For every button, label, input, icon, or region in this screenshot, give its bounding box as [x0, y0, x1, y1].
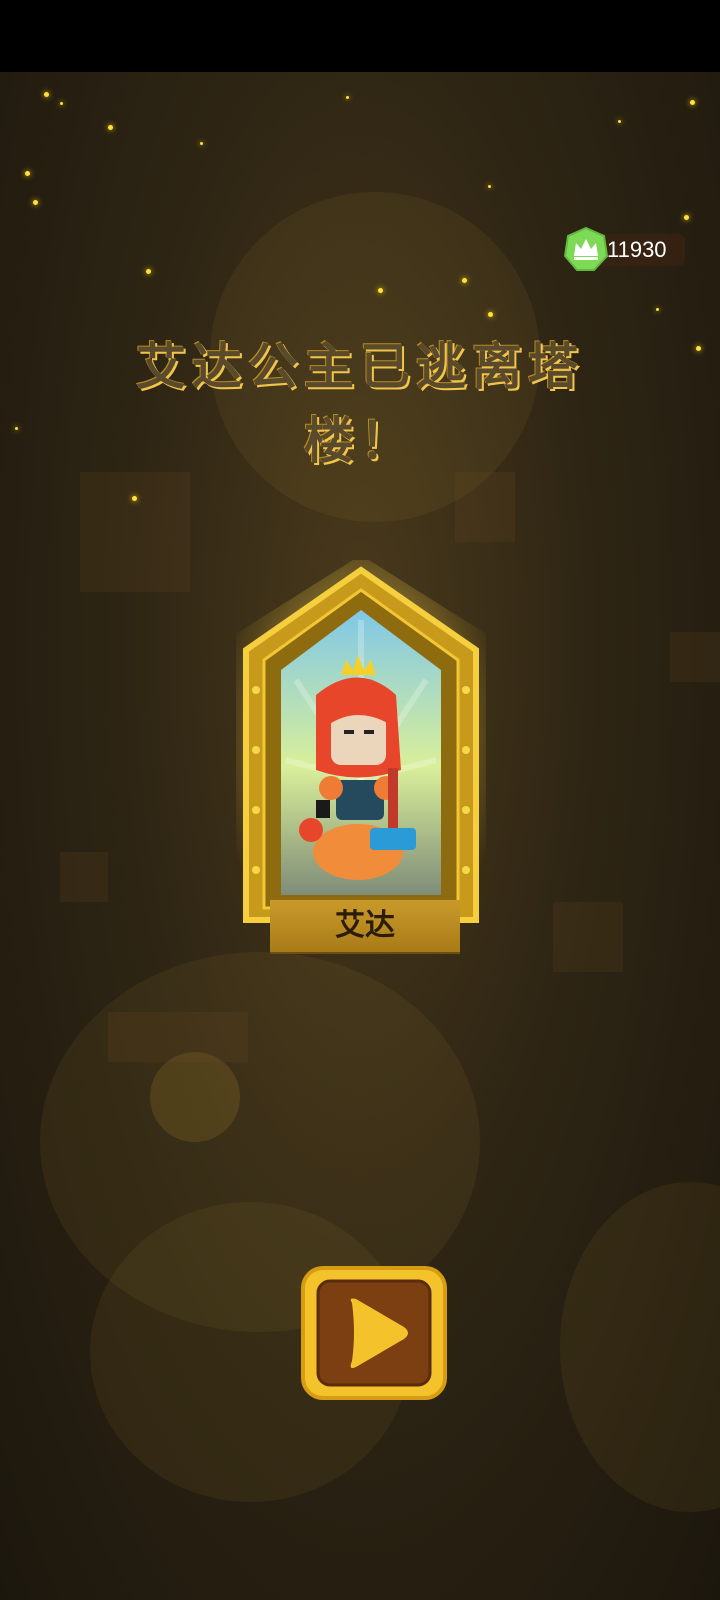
character-name: 艾达 [335, 908, 395, 943]
currency-value: 11930 [607, 237, 667, 262]
status-bar [0, 0, 720, 72]
title-line-2: 楼！ [304, 411, 416, 470]
title-line-1: 艾达公主已逃离塔 [136, 337, 584, 396]
play-icon [301, 1266, 447, 1400]
play-continue-button[interactable] [300, 1265, 448, 1401]
crown-currency-counter: 11930 [563, 226, 685, 272]
escape-message-title: 艾达公主已逃离塔 楼！ [120, 330, 600, 478]
character-nameplate: 艾达 [270, 900, 460, 952]
crown-icon [563, 226, 609, 271]
character-portrait-frame [226, 555, 496, 960]
portrait-frame-graphic [226, 555, 496, 960]
